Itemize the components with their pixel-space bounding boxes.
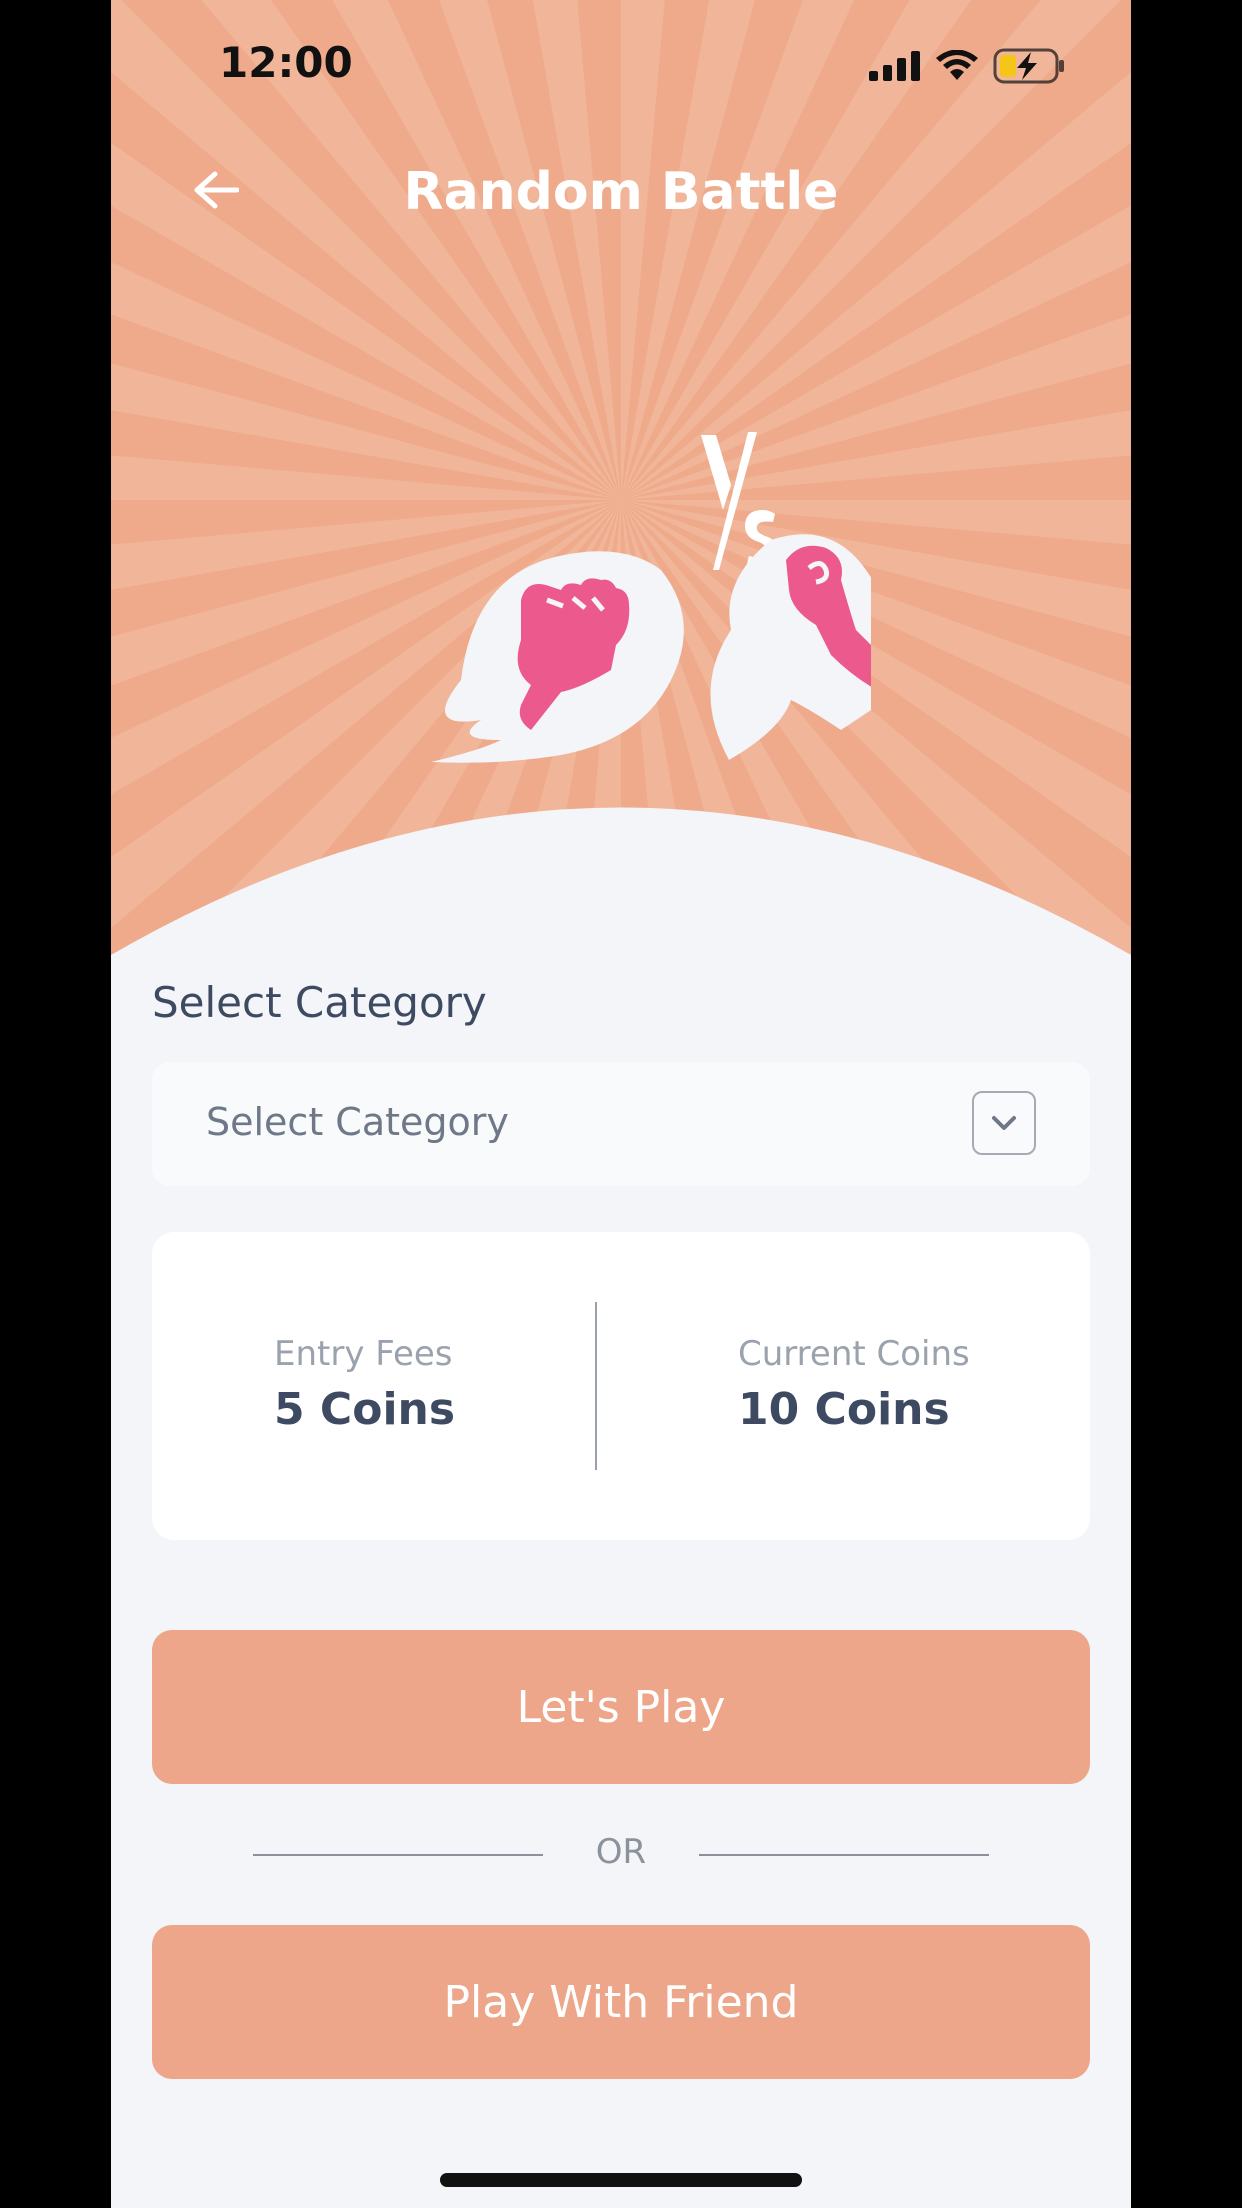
fist-fireball-right-icon bbox=[710, 534, 871, 760]
status-time: 12:00 bbox=[219, 38, 353, 87]
dropdown-toggle-button[interactable] bbox=[972, 1091, 1036, 1155]
separator-line-right bbox=[699, 1854, 989, 1856]
fist-fireball-left-icon bbox=[431, 551, 684, 763]
play-with-friend-button[interactable]: Play With Friend bbox=[152, 1925, 1090, 2079]
entry-fees-label: Entry Fees bbox=[274, 1334, 453, 1374]
versus-illustration bbox=[431, 432, 871, 763]
or-label: OR bbox=[595, 1832, 647, 1872]
current-coins-label: Current Coins bbox=[738, 1334, 970, 1374]
wifi-icon bbox=[936, 50, 978, 80]
entry-fees-value: 5 Coins bbox=[274, 1384, 456, 1435]
signal-icon bbox=[869, 51, 920, 81]
home-indicator bbox=[440, 2173, 802, 2187]
category-dropdown[interactable]: Select Category bbox=[152, 1062, 1090, 1186]
category-dropdown-value: Select Category bbox=[206, 1100, 509, 1144]
status-icons bbox=[869, 48, 1065, 84]
or-separator: OR bbox=[111, 1832, 1131, 1876]
battery-charging-icon bbox=[993, 48, 1064, 84]
page-title: Random Battle bbox=[403, 162, 839, 222]
chevron-down-icon bbox=[992, 1116, 1016, 1130]
current-coins-value: 10 Coins bbox=[738, 1384, 950, 1435]
lets-play-button[interactable]: Let's Play bbox=[152, 1630, 1090, 1784]
category-label: Select Category bbox=[152, 978, 487, 1027]
app-screen: 12:00 Random Battle Select Category Sele… bbox=[111, 0, 1131, 2208]
coins-info-card: Entry Fees 5 Coins Current Coins 10 Coin… bbox=[152, 1232, 1090, 1540]
hero-banner: 12:00 Random Battle bbox=[111, 0, 1131, 960]
card-divider bbox=[595, 1302, 597, 1470]
